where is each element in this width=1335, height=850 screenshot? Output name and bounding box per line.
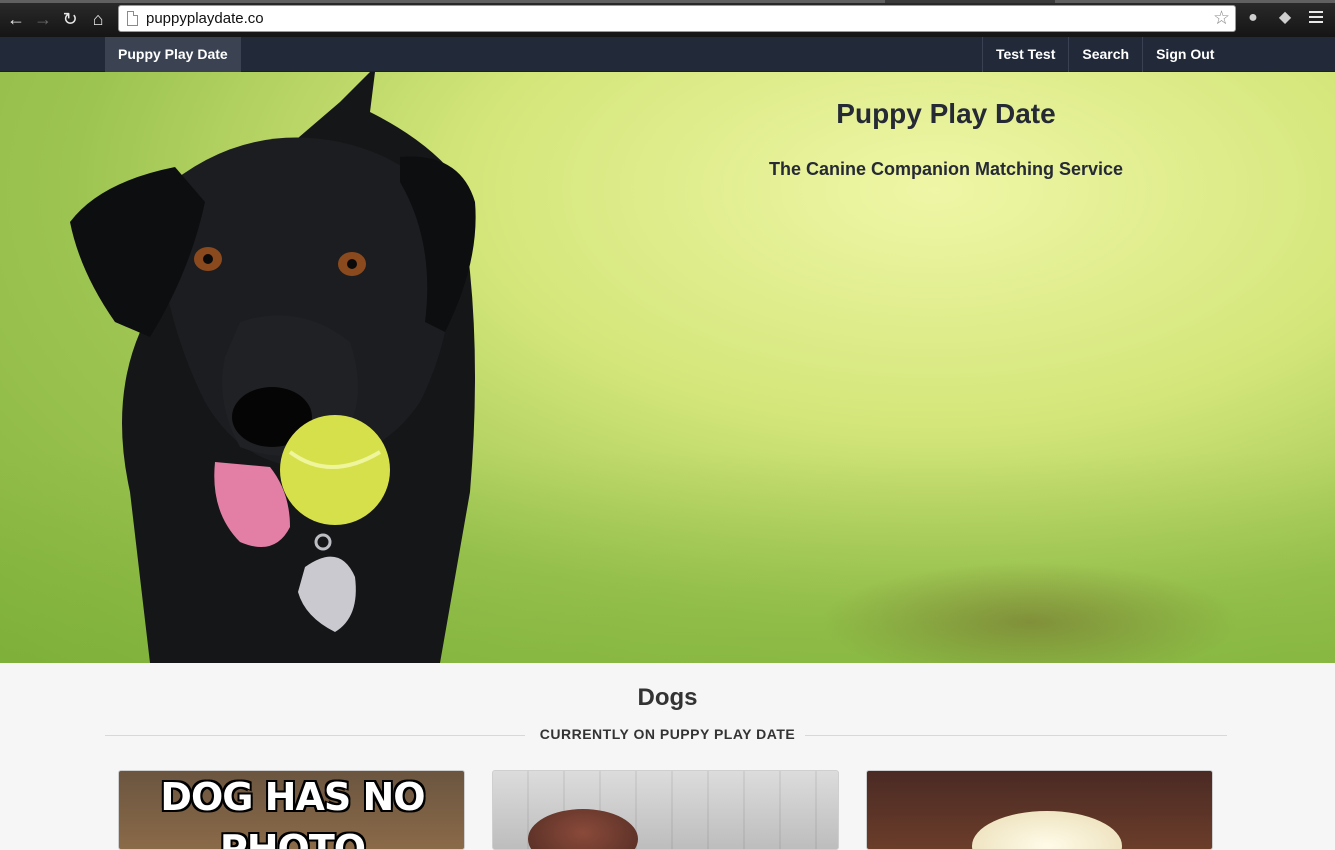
- hero-banner: Puppy Play Date The Canine Companion Mat…: [0, 72, 1335, 663]
- dogs-heading: Dogs: [637, 684, 698, 711]
- home-icon[interactable]: ⌂: [86, 7, 110, 31]
- menu-icon[interactable]: [1309, 11, 1323, 25]
- browser-toolbar: ← → ↻ ⌂ puppyplaydate.co ☆ ● ◆: [0, 0, 1335, 37]
- dog-card[interactable]: [492, 770, 839, 850]
- nav-link-profile[interactable]: Test Test: [982, 37, 1068, 72]
- address-bar[interactable]: puppyplaydate.co ☆: [118, 5, 1236, 32]
- hero-title: Puppy Play Date: [836, 98, 1056, 129]
- url-text[interactable]: puppyplaydate.co: [146, 10, 264, 27]
- tab-strip: [0, 0, 1335, 3]
- hero-dog-image: [70, 72, 476, 663]
- bookmark-star-icon[interactable]: ☆: [1213, 7, 1230, 30]
- nav-link-sign-out[interactable]: Sign Out: [1142, 37, 1227, 72]
- reload-icon[interactable]: ↻: [58, 7, 82, 31]
- dog-photo: [972, 811, 1122, 849]
- no-photo-meme-text: DOG HAS NO PHOTO: [160, 775, 425, 850]
- tab-edge: [1055, 0, 1335, 3]
- extension-balloon-icon[interactable]: ●: [1243, 8, 1263, 28]
- back-icon[interactable]: ←: [4, 7, 28, 31]
- brand-link[interactable]: Puppy Play Date: [105, 37, 241, 72]
- hero-subtitle: The Canine Companion Matching Service: [768, 159, 1124, 179]
- dogs-subheading: CURRENTLY ON PUPPY PLAY DATE: [539, 726, 796, 742]
- dog-card[interactable]: DOG HAS NO PHOTO: [118, 770, 465, 850]
- nav-link-search[interactable]: Search: [1068, 37, 1142, 72]
- evernote-elephant-icon[interactable]: ◆: [1275, 8, 1295, 28]
- site-navbar: Puppy Play Date Test Test Search Sign Ou…: [0, 37, 1335, 72]
- tab-edge: [0, 0, 885, 3]
- forward-icon[interactable]: →: [31, 7, 55, 31]
- page-icon: [127, 11, 138, 26]
- nav-links: Test Test Search Sign Out: [982, 37, 1227, 72]
- dog-card[interactable]: [866, 770, 1213, 850]
